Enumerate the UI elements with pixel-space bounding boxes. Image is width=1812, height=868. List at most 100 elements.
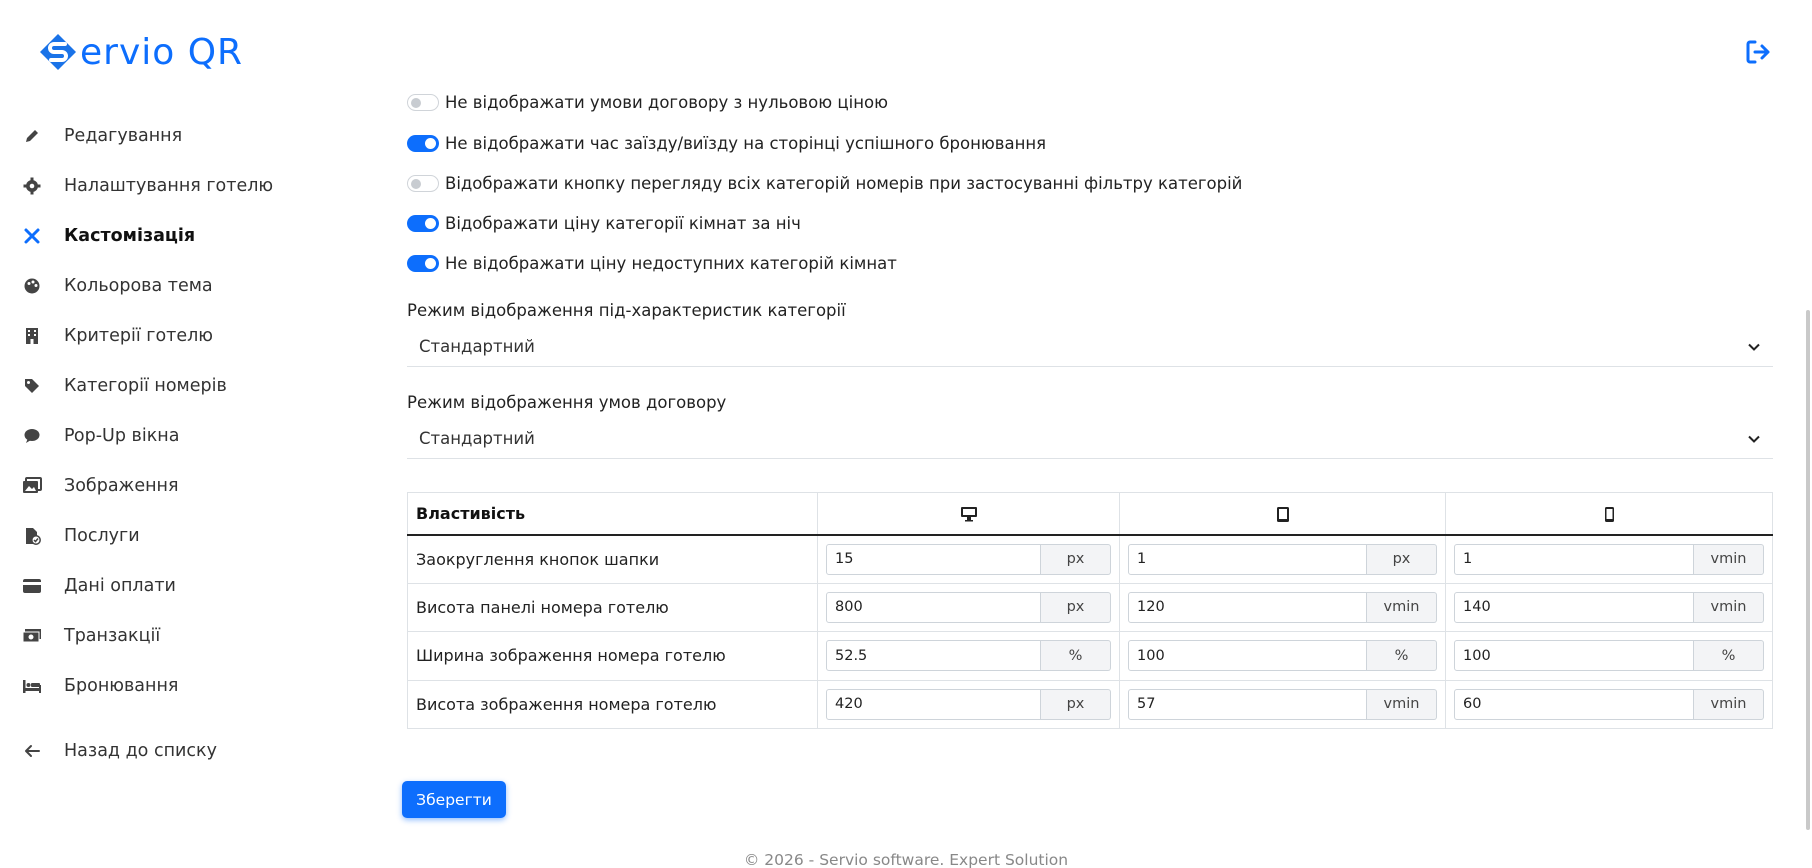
toggle-label: Відображати ціну категорії кімнат за ніч bbox=[445, 213, 801, 233]
property-name: Ширина зображення номера готелю bbox=[407, 631, 818, 681]
back-to-list-label: Назад до списку bbox=[64, 741, 217, 761]
unit-addon: px bbox=[1041, 688, 1111, 720]
unit-addon: px bbox=[1041, 543, 1111, 575]
sidebar-item-color-theme[interactable]: Кольорова тема bbox=[22, 270, 213, 302]
tag-icon bbox=[22, 376, 42, 396]
toggle-switch[interactable] bbox=[407, 174, 439, 192]
sidebar-item-label: Дані оплати bbox=[64, 576, 176, 596]
sidebar-item-room-categories[interactable]: Категорії номерів bbox=[22, 370, 227, 402]
contract-mode-value: Стандартний bbox=[419, 429, 535, 448]
toggle-label: Не відображати ціну недоступних категорі… bbox=[445, 253, 897, 273]
toggle-row: Відображати ціну категорії кімнат за ніч bbox=[407, 210, 801, 236]
toggle-row: Не відображати умови договору з нульовою… bbox=[407, 89, 888, 115]
sidebar-item-popup-windows[interactable]: Pop-Up вікна bbox=[22, 420, 179, 452]
chevron-down-icon bbox=[1748, 343, 1760, 351]
phone-value-input[interactable]: 1 vmin bbox=[1454, 543, 1764, 575]
input-value[interactable]: 100 bbox=[1454, 640, 1694, 672]
input-value[interactable]: 420 bbox=[826, 688, 1041, 720]
phone-value-input[interactable]: 140 vmin bbox=[1454, 591, 1764, 623]
toggle-switch[interactable] bbox=[407, 214, 439, 232]
input-value[interactable]: 140 bbox=[1454, 591, 1694, 623]
tablet-value-input[interactable]: 57 vmin bbox=[1128, 688, 1437, 720]
chat-bubble-icon bbox=[22, 426, 42, 446]
money-icon bbox=[22, 626, 42, 646]
brand-name: ervio QR bbox=[80, 31, 244, 73]
tablet-value-input[interactable]: 1 px bbox=[1128, 543, 1437, 575]
toggle-switch[interactable] bbox=[407, 93, 439, 111]
gear-icon bbox=[22, 176, 42, 196]
save-button[interactable]: Зберегти bbox=[402, 781, 506, 818]
input-value[interactable]: 60 bbox=[1454, 688, 1694, 720]
sidebar-item-transactions[interactable]: Транзакції bbox=[22, 620, 160, 652]
footer-copyright: © 2026 - Servio software. Expert Solutio… bbox=[743, 851, 1069, 868]
input-value[interactable]: 1 bbox=[1454, 543, 1694, 575]
property-column-header: Властивість bbox=[407, 492, 818, 536]
toggle-label: Не відображати умови договору з нульовою… bbox=[445, 92, 888, 112]
toggle-row: Не відображати час заїзду/виїзду на стор… bbox=[407, 130, 1046, 156]
input-value[interactable]: 800 bbox=[826, 591, 1041, 623]
desktop-value-input[interactable]: 420 px bbox=[826, 688, 1111, 720]
desktop-column-header bbox=[817, 492, 1120, 536]
phone-icon bbox=[1604, 506, 1614, 522]
palette-icon bbox=[22, 276, 42, 296]
input-value[interactable]: 15 bbox=[826, 543, 1041, 575]
input-value[interactable]: 52.5 bbox=[826, 640, 1041, 672]
tools-icon bbox=[22, 226, 42, 246]
contract-mode-label: Режим відображення умов договору bbox=[407, 393, 727, 412]
subfeature-mode-label: Режим відображення під-характеристик кат… bbox=[407, 301, 846, 320]
unit-addon: vmin bbox=[1694, 688, 1764, 720]
subfeature-mode-value: Стандартний bbox=[419, 337, 535, 356]
sidebar-item-services[interactable]: Послуги bbox=[22, 520, 140, 552]
toggle-switch[interactable] bbox=[407, 254, 439, 272]
table-row: Висота зображення номера готелю 420 px 57… bbox=[407, 679, 1773, 729]
building-icon bbox=[22, 326, 42, 346]
subfeature-mode-select[interactable]: Стандартний bbox=[407, 327, 1773, 367]
unit-addon: vmin bbox=[1694, 591, 1764, 623]
arrow-left-icon bbox=[22, 741, 42, 761]
property-name: Висота зображення номера готелю bbox=[407, 679, 818, 729]
desktop-value-input[interactable]: 800 px bbox=[826, 591, 1111, 623]
desktop-icon bbox=[960, 507, 977, 522]
phone-value-input[interactable]: 100% bbox=[1454, 640, 1764, 672]
sidebar-item-edit[interactable]: Редагування bbox=[22, 120, 182, 152]
toggle-row: Не відображати ціну недоступних категорі… bbox=[407, 250, 897, 276]
page-scrollbar[interactable] bbox=[1806, 310, 1810, 830]
unit-addon: % bbox=[1694, 640, 1764, 672]
phone-value-input[interactable]: 60 vmin bbox=[1454, 688, 1764, 720]
table-row: Ширина зображення номера готелю 52.5% 10… bbox=[407, 631, 1773, 681]
sidebar-item-label: Редагування bbox=[64, 126, 183, 146]
sidebar-item-payment-data[interactable]: Дані оплати bbox=[22, 570, 176, 602]
brand-logo[interactable]: ervio QR bbox=[38, 30, 243, 74]
chevron-down-icon bbox=[1748, 435, 1760, 443]
back-to-list-link[interactable]: Назад до списку bbox=[22, 735, 217, 767]
sidebar-item-label: Транзакції bbox=[64, 626, 161, 646]
tablet-value-input[interactable]: 120 vmin bbox=[1128, 591, 1437, 623]
contract-mode-select[interactable]: Стандартний bbox=[407, 419, 1773, 459]
input-value[interactable]: 1 bbox=[1128, 543, 1367, 575]
sidebar-item-label: Бронювання bbox=[64, 676, 179, 696]
input-value[interactable]: 120 bbox=[1128, 591, 1367, 623]
input-value[interactable]: 57 bbox=[1128, 688, 1367, 720]
unit-addon: px bbox=[1041, 591, 1111, 623]
sidebar-item-hotel-criteria[interactable]: Критерії готелю bbox=[22, 320, 213, 352]
unit-addon: vmin bbox=[1694, 543, 1764, 575]
pencil-icon bbox=[22, 126, 42, 146]
sidebar-item-customization[interactable]: Кастомізація bbox=[22, 220, 195, 252]
property-name: Заокруглення кнопок шапки bbox=[407, 534, 818, 584]
toggle-label: Відображати кнопку перегляду всіх катего… bbox=[445, 173, 1243, 193]
sidebar-item-hotel-settings[interactable]: Налаштування готелю bbox=[22, 170, 273, 202]
toggle-switch[interactable] bbox=[407, 134, 439, 152]
tablet-value-input[interactable]: 100% bbox=[1128, 640, 1437, 672]
tablet-icon bbox=[1276, 506, 1289, 522]
sidebar-item-label: Категорії номерів bbox=[64, 376, 227, 396]
sidebar-item-label: Кольорова тема bbox=[64, 276, 213, 296]
file-check-icon bbox=[22, 526, 42, 546]
desktop-value-input[interactable]: 15 px bbox=[826, 543, 1111, 575]
sidebar-item-bookings[interactable]: Бронювання bbox=[22, 670, 178, 702]
sidebar-item-label: Кастомізація bbox=[64, 226, 196, 246]
desktop-value-input[interactable]: 52.5% bbox=[826, 640, 1111, 672]
table-row: Висота панелі номера готелю 800 px 120 vmi… bbox=[407, 582, 1773, 632]
sidebar-item-images[interactable]: Зображення bbox=[22, 470, 179, 502]
input-value[interactable]: 100 bbox=[1128, 640, 1367, 672]
unit-addon: % bbox=[1041, 640, 1111, 672]
